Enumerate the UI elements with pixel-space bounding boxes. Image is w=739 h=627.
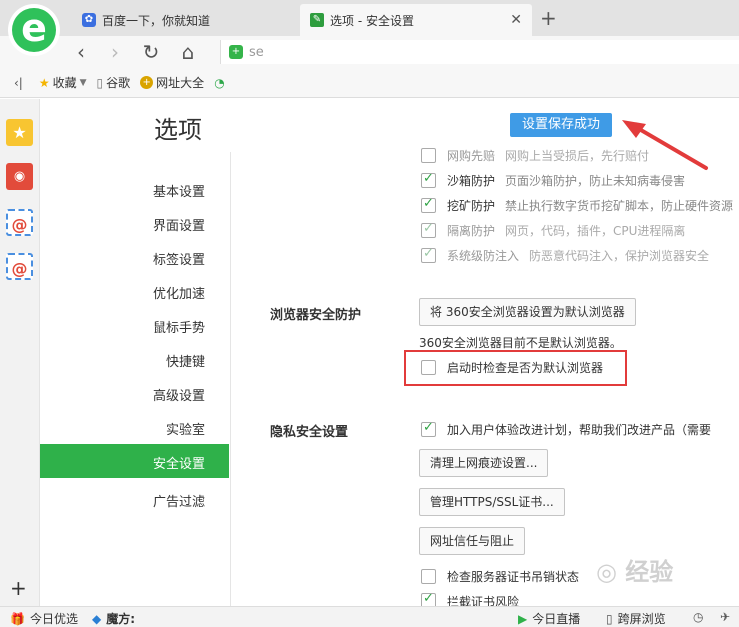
checkbox[interactable] (421, 148, 436, 163)
option-mining-protect[interactable]: 挖矿防护 禁止执行数字货币挖矿脚本，防止硬件资源 (421, 196, 733, 214)
mofang[interactable]: ◆ 魔方: (92, 610, 135, 627)
live-stream[interactable]: ▶ 今日直播 (518, 610, 580, 627)
checkbox[interactable] (421, 420, 436, 437)
bookmark-more[interactable]: ◔ (214, 76, 227, 90)
add-sidebar-icon[interactable]: + (10, 576, 27, 600)
close-icon[interactable]: ✕ (510, 12, 522, 28)
manage-certificates-button[interactable]: 管理HTTPS/SSL证书... (419, 488, 565, 516)
document-icon: ▯ (96, 75, 104, 90)
menu-item-mouse-gestures[interactable]: 鼠标手势 (40, 317, 229, 336)
menu-item-optimize[interactable]: 优化加速 (40, 283, 229, 302)
option-block-cert-risk[interactable]: 拦截证书风险 (421, 593, 529, 606)
option-check-revocation[interactable]: 检查服务器证书吊销状态 (421, 568, 589, 585)
checkbox[interactable] (421, 196, 436, 213)
side-icon-strip: ★ ◉ @ @ + (0, 99, 40, 606)
bookmarks-bar: ‹| ★ 收藏 ▼ ▯ 谷歌 + 网址大全 ◔ (0, 68, 739, 98)
baidu-paw-icon: ✿ (82, 13, 96, 27)
cube-icon: ◆ (92, 611, 102, 626)
sidebar-toggle-icon[interactable]: ‹| (14, 76, 23, 90)
default-browser-note: 360安全浏览器目前不是默认浏览器。 (419, 336, 622, 350)
chevron-down-icon: ▼ (79, 77, 87, 88)
option-sandbox[interactable]: 沙箱防护 页面沙箱防护，防止未知病毒侵害 (421, 171, 685, 189)
logo-e-icon: e (21, 6, 47, 50)
tab-title: 选项 - 安全设置 (330, 13, 414, 28)
new-tab-button[interactable]: + (540, 6, 557, 30)
favorites-star-icon[interactable]: ★ (6, 119, 33, 146)
checkbox[interactable] (421, 246, 436, 263)
back-button[interactable]: ‹ (68, 39, 94, 65)
checkbox[interactable] (421, 569, 436, 584)
paper-plane-icon[interactable]: ✈ (720, 610, 730, 624)
menu-divider (230, 152, 231, 606)
menu-item-basic[interactable]: 基本设置 (40, 181, 229, 200)
tab-baidu[interactable]: ✿ 百度一下，你就知道 (72, 4, 298, 36)
menu-item-advanced[interactable]: 高级设置 (40, 385, 229, 404)
home-button[interactable]: ⌂ (175, 39, 201, 65)
tab-bar: ✿ 百度一下，你就知道 ✎ 选项 - 安全设置 ✕ + (0, 0, 739, 36)
navigation-bar: ‹ › ↻ ⌂ + se (0, 36, 739, 68)
shield-icon: + (229, 45, 243, 59)
set-default-browser-button[interactable]: 将 360安全浏览器设置为默认浏览器 (419, 298, 636, 326)
bookmark-site-nav[interactable]: + 网址大全 (140, 74, 204, 91)
tab-options[interactable]: ✎ 选项 - 安全设置 ✕ (300, 4, 532, 36)
site-nav-icon: + (140, 76, 154, 89)
cross-screen[interactable]: ▯ 跨屏浏览 (606, 610, 666, 627)
star-icon: ★ (38, 75, 50, 90)
play-icon: ▶ (518, 611, 528, 626)
menu-item-security[interactable]: 安全设置 (40, 444, 229, 478)
status-bar: 🎁 今日优选 ◆ 魔方: ▶ 今日直播 ▯ 跨屏浏览 ◷ ✈ (0, 606, 739, 627)
menu-item-shortcuts[interactable]: 快捷键 (40, 351, 229, 370)
section-browser-protection: 浏览器安全防护 (270, 308, 362, 323)
search-circle-icon: ◔ (214, 75, 225, 90)
menu-item-interface[interactable]: 界面设置 (40, 215, 229, 234)
save-success-toast: 设置保存成功 (510, 113, 612, 137)
reload-button[interactable]: ↻ (138, 39, 164, 65)
clear-traces-button[interactable]: 清理上网痕迹设置... (419, 449, 549, 477)
option-isolation[interactable]: 隔离防护 网页，代码，插件，CPU进程隔离 (421, 221, 685, 239)
gift-icon: 🎁 (10, 611, 25, 626)
option-shopping-compensation[interactable]: 网购先赔 网购上当受损后，先行赔付 (421, 147, 649, 164)
checkbox[interactable] (421, 221, 436, 238)
url-trust-button[interactable]: 网址信任与阻止 (419, 527, 526, 555)
browser-logo[interactable]: e (8, 4, 60, 56)
highlight-box (404, 350, 627, 386)
annotation-arrow-icon (622, 120, 708, 170)
mail-at-icon[interactable]: @ (6, 253, 33, 280)
page-title: 选项 (154, 116, 202, 144)
bookmark-favorites[interactable]: ★ 收藏 ▼ (39, 74, 87, 91)
clock-icon[interactable]: ◷ (693, 610, 703, 624)
phone-icon: ▯ (606, 611, 613, 626)
address-text: se (249, 44, 264, 60)
wrench-icon: ✎ (310, 13, 324, 27)
tab-title: 百度一下，你就知道 (102, 13, 211, 28)
menu-item-tabs[interactable]: 标签设置 (40, 249, 229, 268)
option-anti-injection[interactable]: 系统级防注入 防恶意代码注入，保护浏览器安全 (421, 246, 709, 264)
watermark: ◎ 经验 (596, 558, 674, 586)
bookmark-google[interactable]: ▯ 谷歌 (97, 74, 131, 91)
menu-item-lab[interactable]: 实验室 (40, 419, 229, 438)
today-pick[interactable]: 🎁 今日优选 (10, 610, 78, 627)
checkbox[interactable] (421, 593, 436, 606)
option-join-program[interactable]: 加入用户体验改进计划，帮助我们改进产品（需要 (421, 420, 721, 438)
section-privacy: 隐私安全设置 (270, 425, 349, 440)
checkbox[interactable] (421, 171, 436, 188)
address-bar[interactable]: + se (220, 40, 739, 64)
forward-button[interactable]: › (102, 39, 128, 65)
weibo-icon[interactable]: ◉ (6, 163, 33, 190)
mail-at-icon[interactable]: @ (6, 209, 33, 236)
menu-item-ad-filter[interactable]: 广告过滤 (40, 491, 229, 510)
